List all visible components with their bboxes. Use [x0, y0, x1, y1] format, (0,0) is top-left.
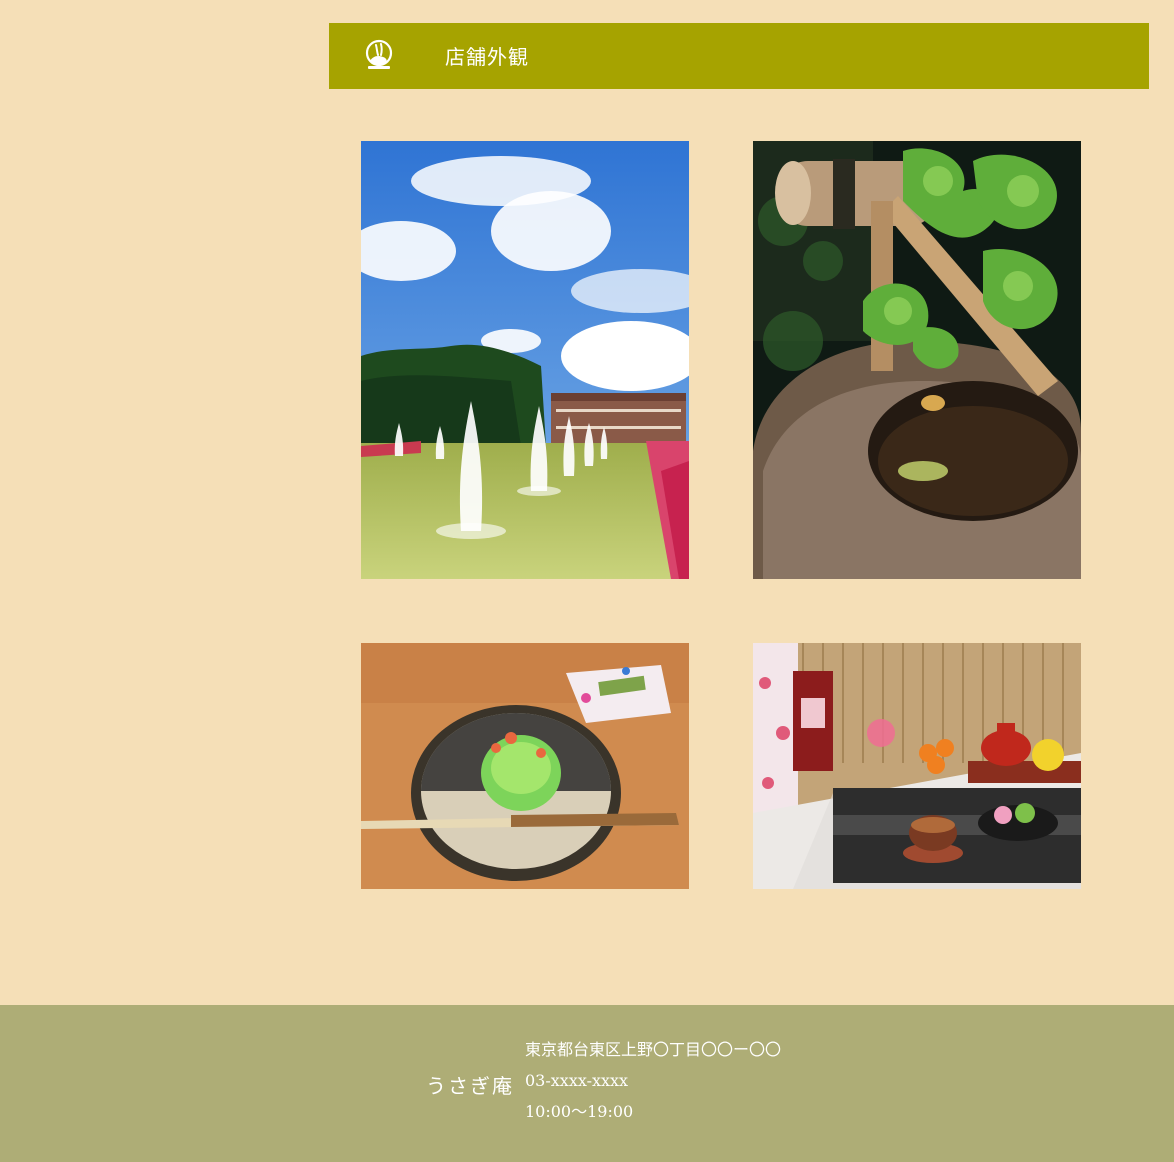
shop-phone: 03-xxxx-xxxx — [525, 1071, 629, 1090]
tsukubai-photo — [753, 141, 1081, 579]
section-title: 店舗外観 — [445, 45, 529, 69]
tea-set-photo — [753, 643, 1081, 889]
rabbit-icon — [363, 39, 395, 71]
wagashi-photo — [361, 643, 689, 889]
shop-hours: 10:00〜19:00 — [525, 1102, 634, 1121]
shop-name: うさぎ庵 — [426, 1074, 514, 1098]
fountain-photo — [361, 141, 689, 579]
section-header: 店舗外観 — [329, 23, 1149, 89]
shop-info: 東京都台東区上野〇丁目〇〇ー〇〇 03-xxxx-xxxx 10:00〜19:0… — [525, 1038, 781, 1131]
shop-address: 東京都台東区上野〇丁目〇〇ー〇〇 — [525, 1040, 782, 1059]
footer: うさぎ庵 東京都台東区上野〇丁目〇〇ー〇〇 03-xxxx-xxxx 10:00… — [0, 1005, 1174, 1162]
